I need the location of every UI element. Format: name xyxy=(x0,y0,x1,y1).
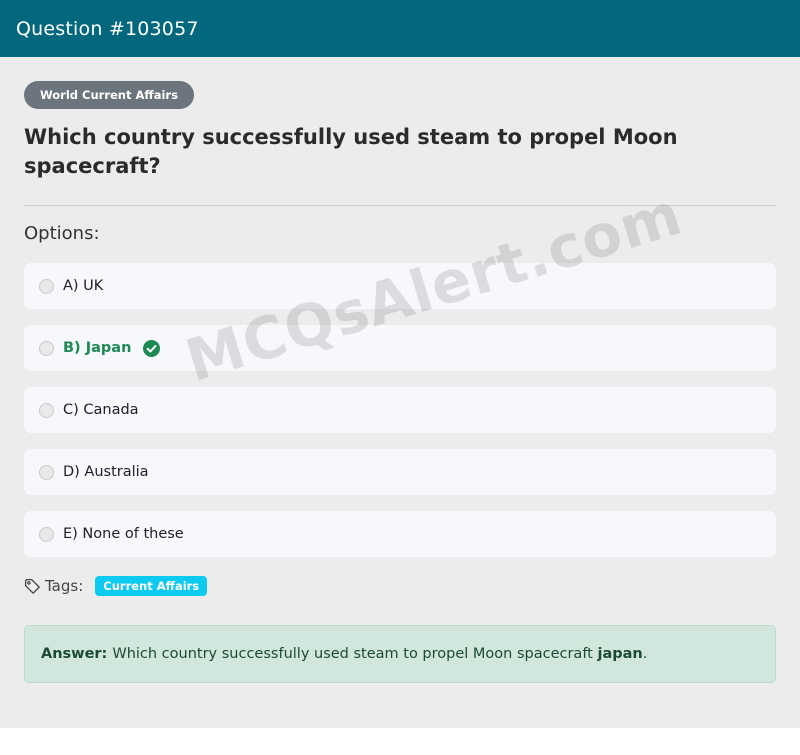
question-text: Which country successfully used steam to… xyxy=(24,125,678,178)
option-label: E) None of these xyxy=(63,526,184,542)
check-circle-icon xyxy=(143,339,161,357)
option-label: D) Australia xyxy=(63,464,149,480)
question-number-title: Question #103057 xyxy=(16,17,199,40)
tag-current-affairs[interactable]: Current Affairs xyxy=(95,576,208,596)
tags-row: Tags: Current Affairs xyxy=(24,575,208,597)
option-d[interactable]: D) Australia xyxy=(24,449,776,495)
card-header: Question #103057 xyxy=(0,0,800,57)
answer-box: Answer: Which country successfully used … xyxy=(24,625,776,683)
divider xyxy=(24,205,776,206)
option-c[interactable]: C) Canada xyxy=(24,387,776,433)
option-label: C) Canada xyxy=(63,402,139,418)
question-card: Question #103057 World Current Affairs W… xyxy=(0,0,800,728)
category-badge[interactable]: World Current Affairs xyxy=(24,81,194,109)
answer-value: japan xyxy=(597,646,643,662)
radio-button[interactable] xyxy=(39,464,54,480)
option-b[interactable]: B) Japan xyxy=(24,325,776,371)
radio-button[interactable] xyxy=(39,402,54,418)
radio-button[interactable] xyxy=(39,526,54,542)
tags-label: Tags: xyxy=(45,577,84,595)
tag-icon xyxy=(24,578,41,595)
option-label: A) UK xyxy=(63,278,104,294)
options-heading: Options: xyxy=(24,223,100,244)
option-a[interactable]: A) UK xyxy=(24,263,776,309)
option-e[interactable]: E) None of these xyxy=(24,511,776,557)
radio-button[interactable] xyxy=(39,340,54,356)
answer-suffix: . xyxy=(642,646,648,662)
option-label: B) Japan xyxy=(63,340,132,356)
answer-label: Answer: xyxy=(41,646,108,662)
answer-text: Which country successfully used steam to… xyxy=(112,646,593,662)
radio-button[interactable] xyxy=(39,278,54,294)
card-body: World Current Affairs Which country succ… xyxy=(6,57,794,722)
